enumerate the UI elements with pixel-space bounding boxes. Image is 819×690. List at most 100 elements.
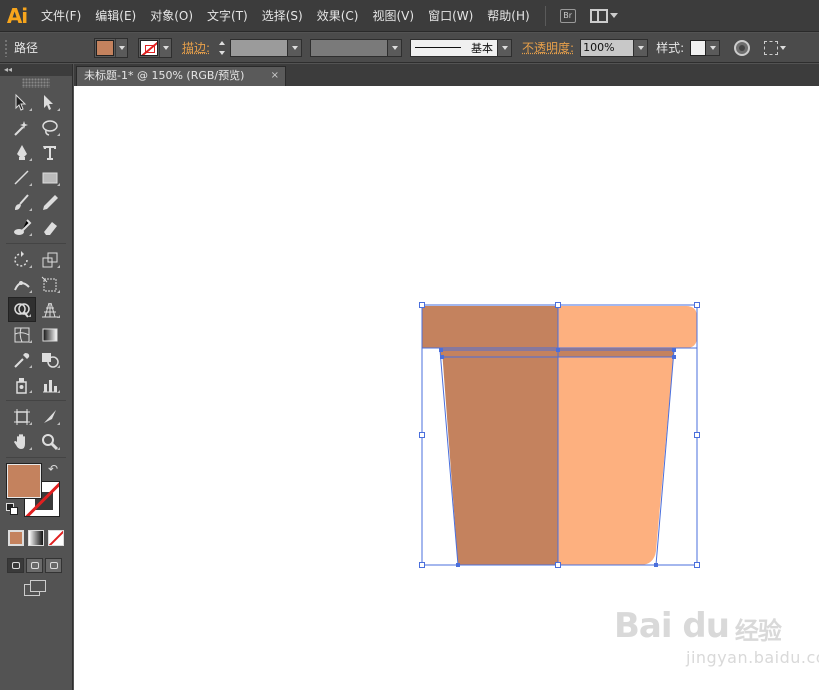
document-tab[interactable]: 未标题-1* @ 150% (RGB/预览) × (76, 66, 286, 86)
chevron-down-icon (706, 39, 721, 56)
draw-normal-button[interactable] (7, 558, 24, 573)
perspective-grid-tool-icon (42, 302, 58, 317)
rectangle-tool-button[interactable] (36, 165, 64, 190)
tools-panel-header[interactable]: ◂◂ (0, 64, 72, 76)
column-graph-tool-button[interactable] (36, 372, 64, 397)
line-segment-tool-button[interactable] (8, 165, 36, 190)
selection-tool-icon (15, 93, 27, 111)
gradient-mode-button[interactable] (28, 530, 44, 546)
blob-brush-tool-icon (14, 218, 32, 235)
eraser-tool-icon (44, 221, 57, 235)
pot-rim-right-half[interactable] (558, 306, 697, 348)
collapse-icon[interactable]: ◂◂ (4, 64, 12, 76)
artboard-tool-icon (14, 408, 30, 425)
panel-grip[interactable] (4, 38, 8, 57)
align-options-icon[interactable] (764, 40, 779, 55)
gradient-tool-icon (42, 328, 58, 341)
symbol-sprayer-tool-button[interactable] (8, 372, 36, 397)
lasso-tool-button[interactable] (36, 115, 64, 140)
eraser-tool-button[interactable] (36, 215, 64, 240)
blend-tool-button[interactable] (36, 347, 64, 372)
tools-panel-grip[interactable] (22, 78, 50, 88)
pot-body-right-half[interactable] (558, 350, 674, 565)
artboard-tool-button[interactable] (8, 404, 36, 429)
chevron-down-icon (780, 45, 787, 50)
toolbar-separator (6, 457, 66, 458)
eyedropper-tool-button[interactable] (8, 347, 36, 372)
opacity-label-link[interactable]: 不透明度: (522, 39, 574, 56)
screen-mode-icon[interactable] (24, 580, 46, 596)
slice-tool-button[interactable] (36, 404, 64, 429)
zoom-tool-button[interactable] (36, 429, 64, 454)
menu-select[interactable]: 选择(S) (255, 0, 310, 32)
variable-width-dropdown[interactable] (310, 38, 403, 57)
recolor-artwork-icon[interactable] (734, 39, 751, 56)
magic-wand-tool-button[interactable] (8, 115, 36, 140)
selection-tool-button[interactable] (8, 90, 36, 115)
menu-help[interactable]: 帮助(H) (480, 0, 536, 32)
close-icon[interactable]: × (271, 67, 279, 85)
fill-color-dropdown[interactable] (94, 37, 128, 58)
pen-tool-button[interactable] (8, 140, 36, 165)
scale-tool-button[interactable] (36, 247, 64, 272)
chevron-down-icon (288, 38, 303, 57)
tool-row (0, 215, 72, 240)
draw-inside-button[interactable] (45, 558, 62, 573)
type-tool-button[interactable] (36, 140, 64, 165)
paintbrush-tool-button[interactable] (8, 190, 36, 215)
type-tool-icon (43, 145, 56, 160)
pencil-tool-button[interactable] (36, 190, 64, 215)
watermark-logo-text: Bai du (614, 606, 730, 646)
graphic-style-dropdown[interactable] (690, 39, 721, 56)
width-tool-button[interactable] (8, 272, 36, 297)
watermark-url: jingyan.baidu.com (686, 648, 819, 667)
menu-view[interactable]: 视图(V) (365, 0, 421, 32)
default-fill-stroke-icon[interactable] (6, 503, 18, 515)
stroke-label-link[interactable]: 描边: (182, 39, 210, 56)
mesh-tool-button[interactable] (8, 322, 36, 347)
column-graph-tool-icon (43, 379, 57, 392)
perspective-grid-tool-button[interactable] (36, 297, 64, 322)
fill-swatch (96, 39, 114, 56)
direct-selection-tool-button[interactable] (36, 90, 64, 115)
stroke-weight-dropdown[interactable] (230, 38, 303, 57)
opacity-input[interactable]: 100% (580, 38, 635, 57)
shape-builder-tool-button[interactable] (8, 297, 36, 322)
menu-file[interactable]: 文件(F) (34, 0, 88, 32)
slice-tool-icon (44, 409, 56, 423)
menu-bar: Ai 文件(F) 编辑(E) 对象(O) 文字(T) 选择(S) 效果(C) 视… (0, 0, 819, 32)
brush-definition-dropdown[interactable]: 基本 (410, 38, 513, 57)
stroke-color-dropdown[interactable] (138, 37, 172, 58)
gradient-tool-button[interactable] (36, 322, 64, 347)
swap-fill-stroke-icon[interactable]: ↶ (48, 462, 58, 476)
stroke-weight-stepper[interactable] (216, 38, 228, 58)
menu-effect[interactable]: 效果(C) (310, 0, 366, 32)
blob-brush-tool-button[interactable] (8, 215, 36, 240)
none-mode-button[interactable] (48, 530, 64, 546)
free-transform-tool-button[interactable] (36, 272, 64, 297)
scale-tool-icon (42, 252, 58, 267)
chevron-down-icon (115, 38, 127, 57)
shape-builder-tool-icon (14, 302, 30, 318)
watermark-cn-text: 经验 (734, 617, 782, 645)
stroke-weight-field[interactable] (230, 38, 289, 57)
bridge-button[interactable]: Br (559, 8, 576, 23)
workspace-switcher[interactable] (589, 8, 618, 23)
pot-rim-left-half[interactable] (422, 306, 558, 348)
menu-edit[interactable]: 编辑(E) (88, 0, 143, 32)
rectangle-tool-icon (42, 172, 58, 183)
chevron-down-icon (609, 13, 618, 18)
artboard-canvas[interactable]: Bai du 经验 jingyan.baidu.com (74, 86, 819, 690)
draw-behind-button[interactable] (26, 558, 43, 573)
stroke-line-preview (415, 47, 462, 48)
menu-object[interactable]: 对象(O) (143, 0, 200, 32)
fill-color-box[interactable] (6, 463, 42, 499)
opacity-dropdown[interactable]: 100% (580, 38, 649, 57)
menu-window[interactable]: 窗口(W) (421, 0, 480, 32)
brush-definition-label: 基本 (471, 41, 494, 55)
rotate-tool-button[interactable] (8, 247, 36, 272)
pot-body-left-half[interactable] (442, 350, 558, 565)
menu-type[interactable]: 文字(T) (200, 0, 255, 32)
hand-tool-button[interactable] (8, 429, 36, 454)
color-mode-button[interactable] (8, 530, 24, 546)
